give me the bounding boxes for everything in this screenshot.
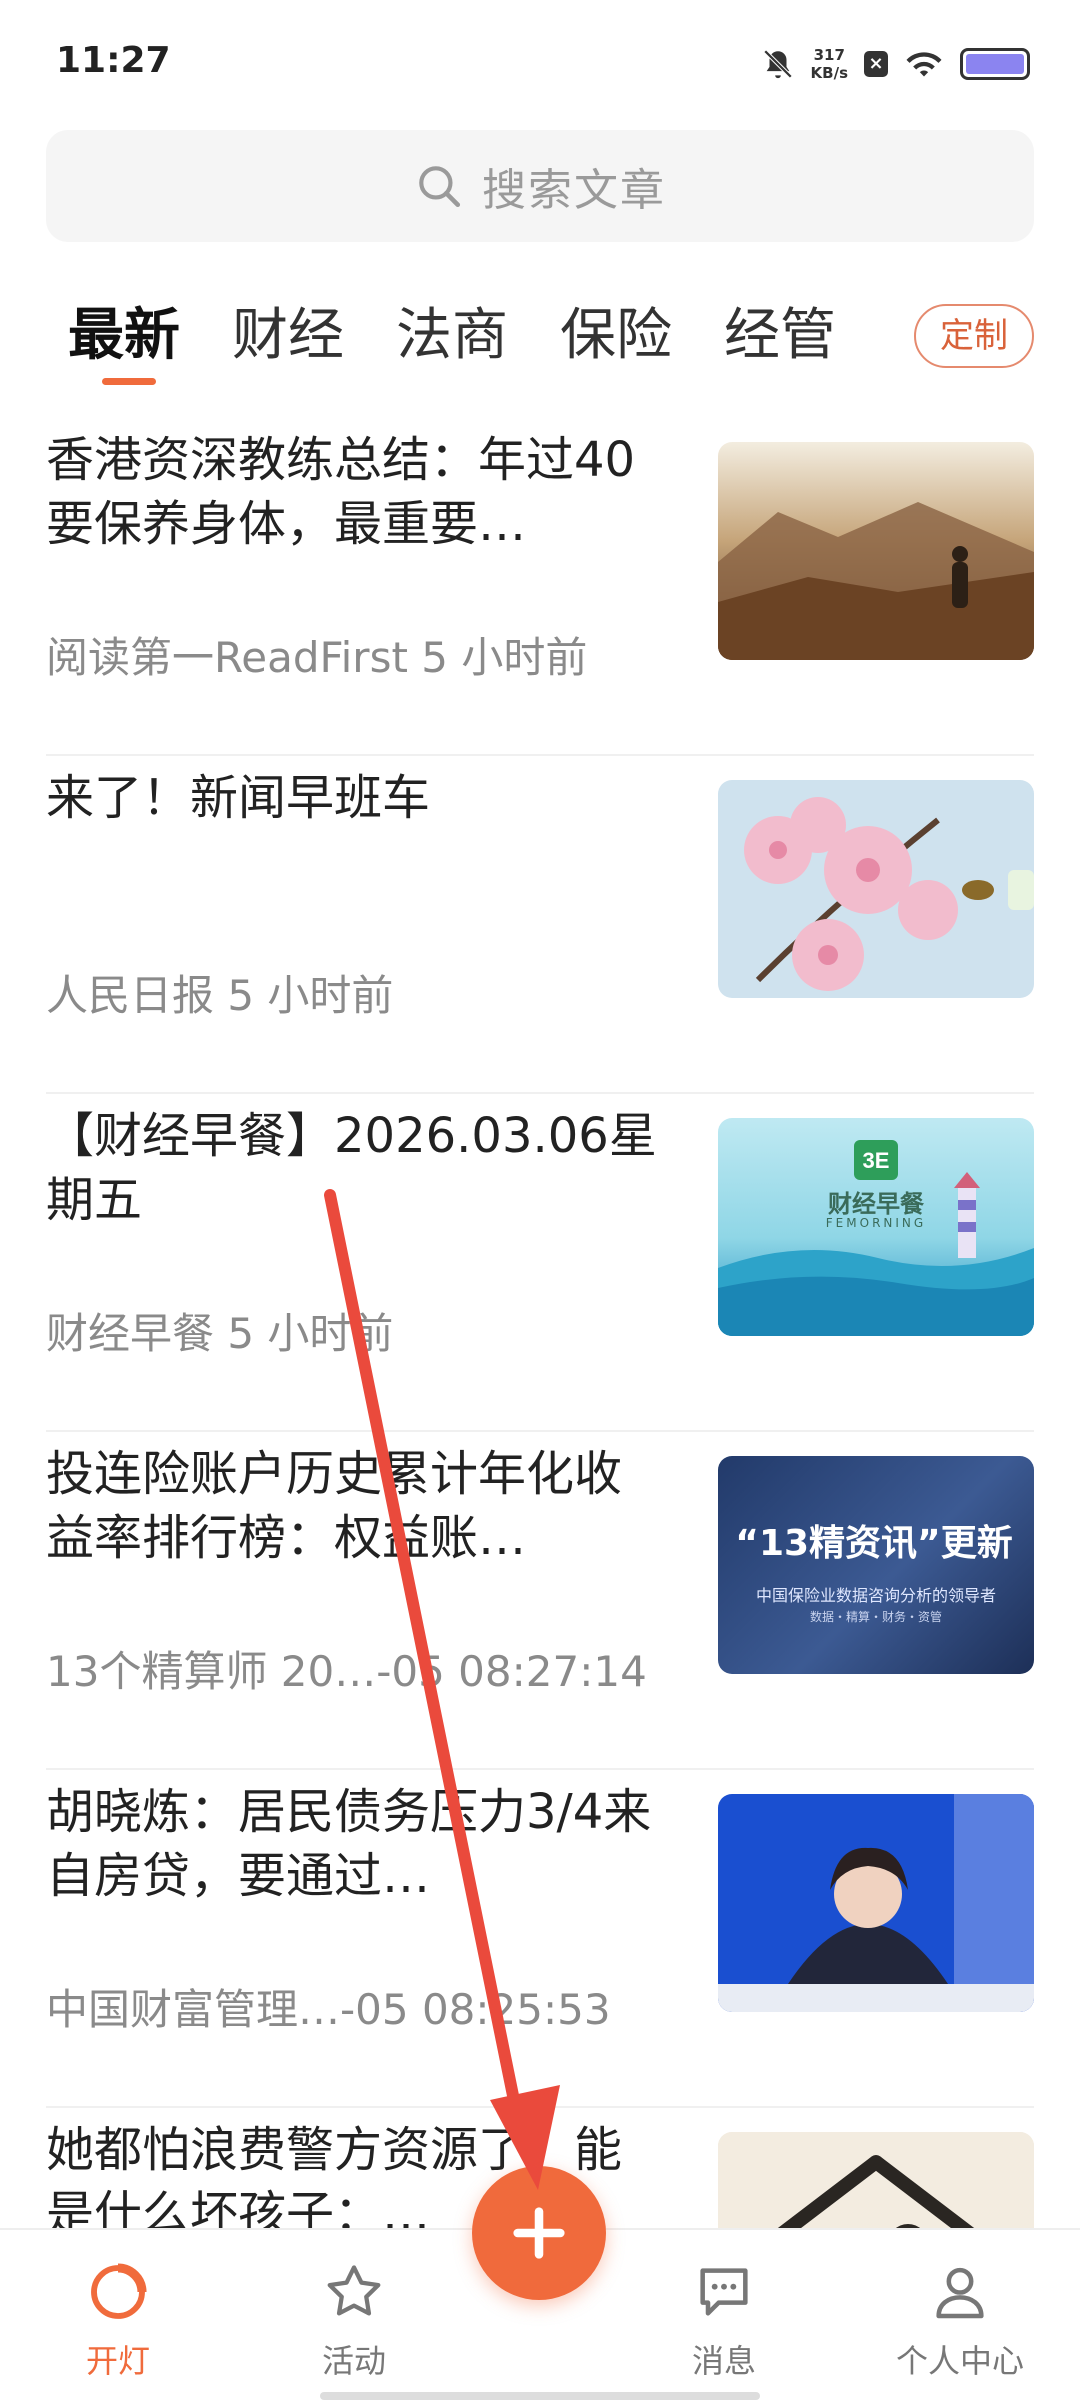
article-title: 【财经早餐】2026.03.06星期五 <box>46 1108 657 1228</box>
article-meta: 阅读第一ReadFirst 5 小时前 <box>46 633 588 682</box>
nav-label: 消息 <box>691 2342 756 2380</box>
customize-button[interactable]: 定制 <box>914 304 1034 368</box>
list-item[interactable]: 投连险账户历史累计年化收益率排行榜：权益账… 13个精算师 20…-05 08:… <box>46 1432 1034 1770</box>
home-indicator <box>320 2392 760 2400</box>
article-thumbnail: “13精资讯”更新 中国保险业数据咨询分析的领导者 数据・精算・财务・资管 <box>718 1456 1034 1674</box>
article-meta: 中国财富管理…-05 08:25:53 <box>46 1985 611 2034</box>
status-bar: 11:27 317 KB/s × <box>0 0 1080 120</box>
article-thumbnail <box>718 1794 1034 2012</box>
article-thumbnail <box>718 442 1034 660</box>
article-thumbnail <box>718 780 1034 998</box>
article-title: 胡晓炼：居民债务压力3/4来自房贷，要通过… <box>46 1784 652 1904</box>
create-post-button[interactable] <box>472 2166 606 2300</box>
thumbnail-brand: 财经早餐 <box>828 1190 924 1218</box>
nav-item-activity[interactable]: 活动 <box>274 2260 434 2382</box>
active-tab-indicator <box>102 378 156 385</box>
article-meta: 人民日报 5 小时前 <box>46 971 394 1020</box>
nav-item-lamp[interactable]: 开灯 <box>38 2260 198 2382</box>
person-icon <box>936 2267 984 2319</box>
list-item[interactable]: 【财经早餐】2026.03.06星期五 财经早餐 5 小时前 3E 财经早餐 F… <box>46 1094 1034 1432</box>
list-item[interactable]: 来了！新闻早班车 人民日报 5 小时前 <box>46 756 1034 1094</box>
tab-insurance[interactable]: 保险 <box>560 296 672 376</box>
nav-label: 活动 <box>321 2342 386 2380</box>
nav-item-messages[interactable]: 消息 <box>644 2260 804 2382</box>
article-thumbnail: 3E 财经早餐 FEMORNING <box>718 1118 1034 1336</box>
tab-finance[interactable]: 财经 <box>232 296 344 376</box>
search-bar[interactable]: 搜索文章 <box>46 130 1034 242</box>
mute-bell-icon <box>763 49 792 79</box>
tab-law-business[interactable]: 法商 <box>396 296 508 376</box>
plus-icon <box>513 2207 565 2259</box>
network-speed: 317 KB/s <box>811 46 848 82</box>
article-meta: 财经早餐 5 小时前 <box>46 1309 394 1358</box>
nav-label: 开灯 <box>85 2342 150 2380</box>
lamp-icon <box>91 2263 147 2319</box>
category-tabs: 最新 财经 法商 保险 经管 定制 <box>46 296 1034 390</box>
svg-text:3E: 3E <box>863 1148 890 1173</box>
list-item[interactable]: 香港资深教练总结：年过40要保养身体，最重要… 阅读第一ReadFirst 5 … <box>46 418 1034 756</box>
speed-unit: KB/s <box>810 64 848 82</box>
article-title: 投连险账户历史累计年化收益率排行榜：权益账… <box>46 1446 623 1566</box>
article-feed: 香港资深教练总结：年过40要保养身体，最重要… 阅读第一ReadFirst 5 … <box>46 418 1034 2408</box>
status-time: 11:27 <box>56 40 171 81</box>
message-icon <box>700 2268 748 2316</box>
search-icon <box>419 166 461 208</box>
status-icons: 317 KB/s × <box>761 36 1030 92</box>
tab-latest[interactable]: 最新 <box>68 296 180 376</box>
search-placeholder: 搜索文章 <box>482 165 666 216</box>
wifi-icon <box>906 52 942 77</box>
star-icon <box>327 2265 381 2316</box>
thumbnail-subbrand: FEMORNING <box>825 1216 927 1230</box>
nav-label: 个人中心 <box>895 2342 1024 2380</box>
nav-item-profile[interactable]: 个人中心 <box>880 2260 1040 2382</box>
tab-management[interactable]: 经管 <box>724 296 836 376</box>
list-item[interactable]: 胡晓炼：居民债务压力3/4来自房贷，要通过… 中国财富管理…-05 08:25:… <box>46 1770 1034 2108</box>
battery-level <box>966 54 1024 74</box>
notification-x-icon: × <box>864 51 888 77</box>
thumbnail-tags: 数据・精算・财务・资管 <box>809 1610 942 1624</box>
speed-value: 317 <box>813 46 845 64</box>
thumbnail-headline: “13精资讯”更新 <box>735 1523 1013 1564</box>
battery-icon <box>960 48 1030 80</box>
article-meta: 13个精算师 20…-05 08:27:14 <box>46 1647 647 1696</box>
thumbnail-subline: 中国保险业数据咨询分析的领导者 <box>755 1586 996 1605</box>
article-title: 香港资深教练总结：年过40要保养身体，最重要… <box>46 432 636 552</box>
article-title: 来了！新闻早班车 <box>46 770 431 826</box>
